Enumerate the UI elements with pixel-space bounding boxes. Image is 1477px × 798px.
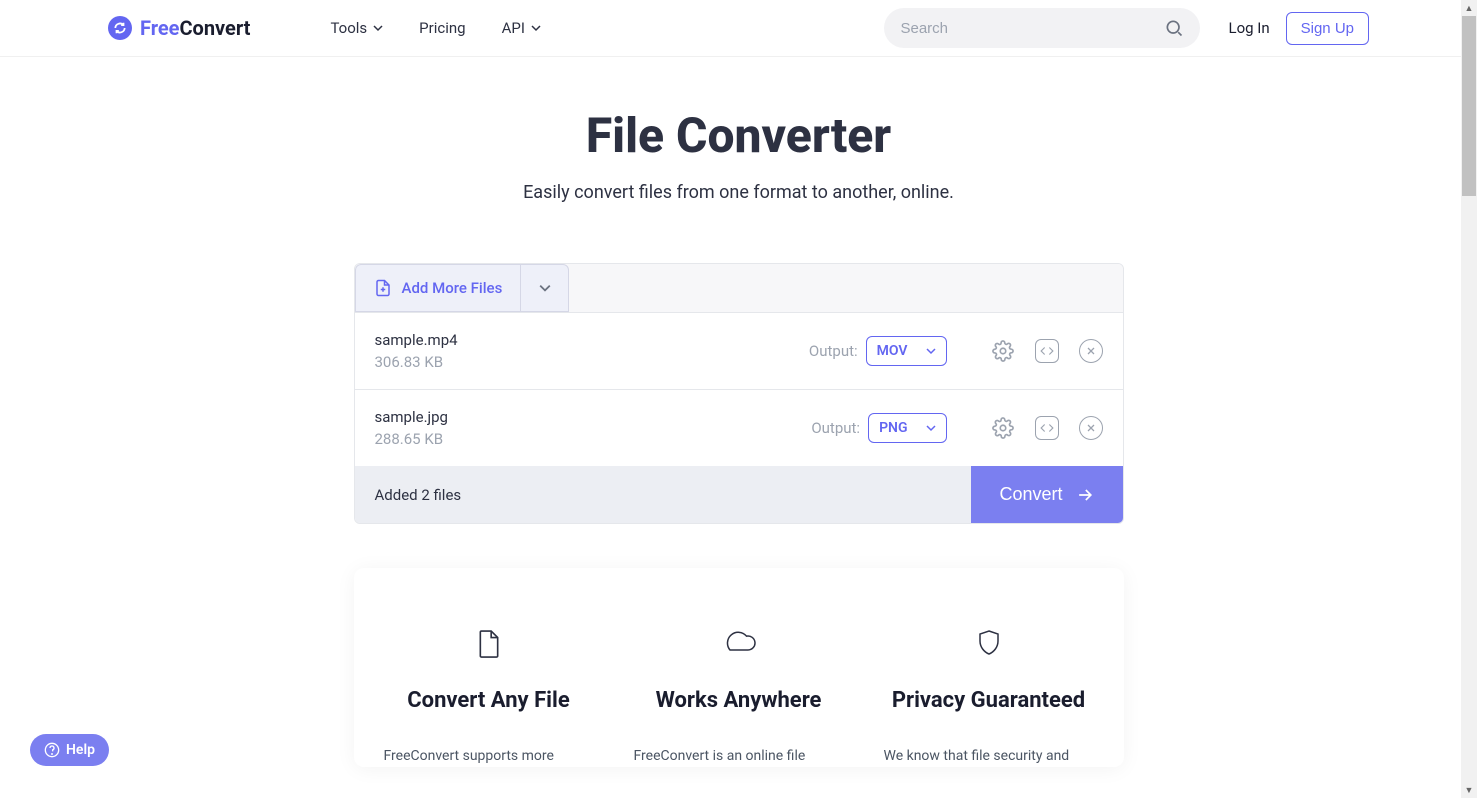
file-size: 306.83 KB (375, 353, 809, 371)
panel-footer: Added 2 files Convert (355, 466, 1123, 523)
convert-label: Convert (999, 484, 1062, 505)
signup-button[interactable]: Sign Up (1286, 12, 1369, 45)
code-button[interactable] (1035, 416, 1059, 440)
file-plus-icon (374, 279, 392, 297)
help-label: Help (66, 742, 95, 758)
output-value: PNG (879, 420, 907, 436)
add-row: Add More Files (355, 264, 1123, 312)
convert-button[interactable]: Convert (971, 466, 1122, 523)
search-box[interactable] (884, 8, 1200, 48)
file-size: 288.65 KB (375, 430, 812, 448)
logo-icon (108, 16, 132, 40)
output-value: MOV (877, 343, 908, 359)
shield-icon (884, 628, 1094, 660)
remove-button[interactable] (1079, 416, 1103, 440)
nav: Tools Pricing API (330, 19, 540, 37)
gear-icon (992, 417, 1014, 439)
search-icon[interactable] (1164, 18, 1184, 38)
info-text: FreeConvert supports more (384, 745, 594, 767)
scroll-up-icon[interactable]: ▲ (1461, 0, 1477, 16)
file-row: sample.mp4 306.83 KB Output: MOV (355, 312, 1123, 389)
close-icon (1085, 422, 1097, 434)
info-text: FreeConvert is an online file (634, 745, 844, 767)
file-icon (384, 628, 594, 660)
chevron-down-icon (926, 423, 936, 433)
nav-pricing[interactable]: Pricing (419, 19, 465, 37)
gear-icon (992, 340, 1014, 362)
nav-tools-label: Tools (330, 19, 367, 37)
login-link[interactable]: Log In (1228, 19, 1269, 37)
added-count: Added 2 files (355, 468, 972, 522)
nav-api[interactable]: API (502, 19, 541, 37)
help-button[interactable]: Help (30, 734, 109, 766)
scrollbar[interactable]: ▲ ▼ (1461, 0, 1477, 798)
logo[interactable]: FreeConvert (108, 16, 250, 40)
code-icon (1040, 344, 1054, 358)
file-info: sample.jpg 288.65 KB (375, 408, 812, 448)
chevron-down-icon (926, 346, 936, 356)
info-text: We know that file security and (884, 745, 1094, 767)
settings-button[interactable] (991, 339, 1015, 363)
cloud-icon (634, 628, 844, 660)
code-icon (1040, 421, 1054, 435)
scroll-down-icon[interactable]: ▼ (1461, 782, 1477, 798)
file-name: sample.mp4 (375, 331, 809, 349)
arrow-right-icon (1075, 485, 1095, 505)
info-title: Convert Any File (384, 688, 594, 713)
remove-button[interactable] (1079, 339, 1103, 363)
auth: Log In Sign Up (1228, 12, 1369, 45)
close-icon (1085, 345, 1097, 357)
logo-text: FreeConvert (140, 16, 250, 40)
output-select[interactable]: MOV (866, 336, 947, 366)
code-button[interactable] (1035, 339, 1059, 363)
page-subtitle: Easily convert files from one format to … (0, 182, 1477, 203)
info-columns: Convert Any File FreeConvert supports mo… (384, 628, 1094, 767)
info-box: Convert Any File FreeConvert supports mo… (354, 568, 1124, 767)
scrollbar-thumb[interactable] (1462, 16, 1476, 196)
nav-tools[interactable]: Tools (330, 19, 383, 37)
file-panel: Add More Files sample.mp4 306.83 KB Outp… (354, 263, 1124, 524)
info-title: Works Anywhere (634, 688, 844, 713)
nav-api-label: API (502, 19, 525, 37)
output-label: Output: (811, 419, 860, 437)
chevron-down-icon (531, 23, 541, 33)
output-label: Output: (809, 342, 858, 360)
add-more-dropdown[interactable] (521, 264, 569, 312)
header: FreeConvert Tools Pricing API Log In Sig… (0, 0, 1477, 57)
file-name: sample.jpg (375, 408, 812, 426)
page-title: File Converter (0, 107, 1477, 164)
info-col-convert: Convert Any File FreeConvert supports mo… (384, 628, 594, 767)
info-title: Privacy Guaranteed (884, 688, 1094, 713)
chevron-down-icon (373, 23, 383, 33)
hero: File Converter Easily convert files from… (0, 107, 1477, 203)
add-more-label: Add More Files (402, 279, 503, 297)
settings-button[interactable] (991, 416, 1015, 440)
search-input[interactable] (900, 20, 1164, 37)
help-icon (44, 742, 60, 758)
file-row: sample.jpg 288.65 KB Output: PNG (355, 389, 1123, 466)
chevron-down-icon (539, 282, 551, 294)
file-info: sample.mp4 306.83 KB (375, 331, 809, 371)
output-select[interactable]: PNG (868, 413, 946, 443)
add-more-button[interactable]: Add More Files (355, 264, 522, 312)
info-col-anywhere: Works Anywhere FreeConvert is an online … (634, 628, 844, 767)
info-col-privacy: Privacy Guaranteed We know that file sec… (884, 628, 1094, 767)
nav-pricing-label: Pricing (419, 19, 465, 37)
